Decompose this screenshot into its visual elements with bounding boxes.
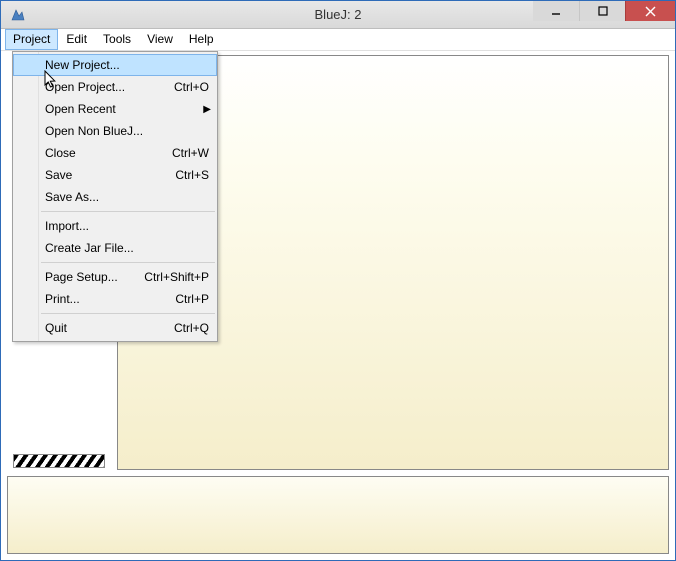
maximize-button[interactable] — [579, 1, 625, 21]
window-title: BlueJ: 2 — [315, 7, 362, 22]
minimize-button[interactable] — [533, 1, 579, 21]
menuitem-accelerator: Ctrl+O — [174, 80, 209, 94]
close-button[interactable] — [625, 1, 675, 21]
menuitem-new-project[interactable]: New Project... — [13, 54, 217, 76]
menu-separator — [41, 211, 215, 212]
menuitem-accelerator: Ctrl+Shift+P — [144, 270, 209, 284]
menuitem-label: Import... — [45, 219, 209, 233]
menuitem-open-project[interactable]: Open Project...Ctrl+O — [13, 76, 217, 98]
menu-tools[interactable]: Tools — [95, 29, 139, 50]
app-icon — [9, 6, 27, 24]
menuitem-label: Quit — [45, 321, 174, 335]
menuitem-label: New Project... — [45, 58, 209, 72]
chevron-right-icon: ▶ — [203, 104, 211, 115]
menuitem-save[interactable]: SaveCtrl+S — [13, 164, 217, 186]
menuitem-accelerator: Ctrl+Q — [174, 321, 209, 335]
menu-separator — [41, 262, 215, 263]
titlebar: BlueJ: 2 — [1, 1, 675, 29]
dropdown-list: New Project...Open Project...Ctrl+OOpen … — [13, 52, 217, 341]
project-menu-dropdown: New Project...Open Project...Ctrl+OOpen … — [12, 51, 218, 342]
menuitem-import[interactable]: Import... — [13, 215, 217, 237]
menu-separator — [41, 313, 215, 314]
menuitem-accelerator: Ctrl+P — [175, 292, 209, 306]
menuitem-label: Save — [45, 168, 175, 182]
menuitem-quit[interactable]: QuitCtrl+Q — [13, 317, 217, 339]
window-controls — [533, 1, 675, 28]
menuitem-save-as[interactable]: Save As... — [13, 186, 217, 208]
menuitem-label: Open Recent — [45, 102, 209, 116]
menuitem-label: Print... — [45, 292, 175, 306]
object-bench[interactable] — [7, 476, 669, 554]
progress-indicator — [13, 454, 105, 468]
menuitem-label: Open Project... — [45, 80, 174, 94]
menuitem-label: Close — [45, 146, 172, 160]
menuitem-accelerator: Ctrl+W — [172, 146, 209, 160]
menubar: ProjectEditToolsViewHelp — [1, 29, 675, 51]
menuitem-open-recent[interactable]: Open Recent▶ — [13, 98, 217, 120]
menu-help[interactable]: Help — [181, 29, 222, 50]
menuitem-label: Save As... — [45, 190, 209, 204]
menu-project[interactable]: Project — [5, 29, 58, 50]
menuitem-label: Page Setup... — [45, 270, 144, 284]
menuitem-page-setup[interactable]: Page Setup...Ctrl+Shift+P — [13, 266, 217, 288]
menuitem-create-jar-file[interactable]: Create Jar File... — [13, 237, 217, 259]
menuitem-label: Create Jar File... — [45, 241, 209, 255]
menuitem-accelerator: Ctrl+S — [175, 168, 209, 182]
menuitem-print[interactable]: Print...Ctrl+P — [13, 288, 217, 310]
menuitem-label: Open Non BlueJ... — [45, 124, 209, 138]
menu-view[interactable]: View — [139, 29, 181, 50]
menuitem-open-non-bluej[interactable]: Open Non BlueJ... — [13, 120, 217, 142]
menuitem-close[interactable]: CloseCtrl+W — [13, 142, 217, 164]
menu-edit[interactable]: Edit — [58, 29, 95, 50]
